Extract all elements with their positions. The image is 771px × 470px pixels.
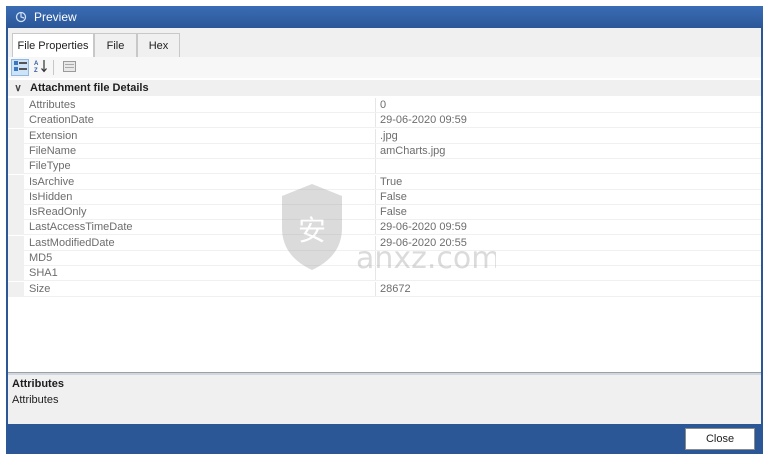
tab-file[interactable]: File bbox=[94, 33, 137, 57]
property-value[interactable]: 0 bbox=[380, 99, 750, 111]
row-gutter bbox=[8, 235, 24, 251]
column-divider[interactable] bbox=[375, 189, 376, 205]
property-value[interactable]: False bbox=[380, 191, 750, 203]
property-row[interactable]: FileType bbox=[8, 159, 761, 175]
property-value[interactable]: amCharts.jpg bbox=[380, 145, 750, 157]
property-row[interactable]: Size 28672 bbox=[8, 281, 761, 297]
preview-window: Preview File Properties File Hex A Z ∨ A… bbox=[0, 0, 771, 470]
button-bar: Close bbox=[8, 424, 761, 454]
property-name: MD5 bbox=[29, 252, 53, 264]
property-grid: ∨ Attachment file Details Attributes 0 Cre… bbox=[8, 78, 761, 373]
category-label: Attachment file Details bbox=[30, 82, 149, 94]
property-pages-icon bbox=[62, 60, 76, 75]
property-name: IsReadOnly bbox=[29, 206, 87, 219]
row-separator bbox=[24, 295, 761, 297]
property-row[interactable]: FileName amCharts.jpg bbox=[8, 143, 761, 159]
sort-alphabetical-button[interactable]: AZ bbox=[32, 59, 50, 76]
column-divider[interactable] bbox=[375, 174, 376, 190]
description-title: Attributes bbox=[12, 378, 64, 390]
property-name: IsHidden bbox=[29, 190, 73, 203]
tab-hex[interactable]: Hex bbox=[137, 33, 180, 57]
property-name: Attributes bbox=[29, 99, 76, 111]
row-gutter bbox=[8, 174, 24, 190]
row-gutter bbox=[8, 281, 24, 297]
property-value[interactable]: 28672 bbox=[380, 283, 750, 295]
title-bar[interactable]: Preview bbox=[6, 6, 763, 28]
column-divider[interactable] bbox=[375, 143, 376, 159]
property-name: LastModifiedDate bbox=[29, 236, 115, 249]
property-name: SHA1 bbox=[29, 267, 58, 280]
property-grid-toolbar: AZ bbox=[8, 57, 761, 79]
window-title: Preview bbox=[34, 10, 77, 24]
close-button[interactable]: Close bbox=[685, 428, 755, 450]
row-gutter bbox=[8, 143, 24, 159]
property-name: CreationDate bbox=[29, 114, 94, 127]
property-name: IsArchive bbox=[29, 175, 75, 188]
row-gutter bbox=[8, 205, 24, 221]
column-divider[interactable] bbox=[375, 205, 376, 221]
column-divider[interactable] bbox=[375, 251, 376, 266]
category-header[interactable]: ∨ Attachment file Details bbox=[8, 80, 761, 96]
tab-label: File bbox=[106, 39, 125, 52]
property-row[interactable]: Extension .jpg bbox=[8, 128, 761, 144]
tab-file-properties[interactable]: File Properties bbox=[12, 33, 94, 58]
close-button-label: Close bbox=[705, 433, 735, 445]
property-value[interactable]: 29-06-2020 20:55 bbox=[380, 237, 750, 249]
tab-strip: File Properties File Hex bbox=[8, 28, 761, 58]
column-divider[interactable] bbox=[375, 98, 376, 113]
column-divider[interactable] bbox=[375, 159, 376, 175]
property-row[interactable]: LastModifiedDate 29-06-2020 20:55 bbox=[8, 235, 761, 251]
property-value[interactable]: False bbox=[380, 206, 750, 218]
column-divider[interactable] bbox=[375, 113, 376, 129]
row-gutter bbox=[8, 266, 24, 282]
column-divider[interactable] bbox=[375, 266, 376, 282]
chevron-down-icon[interactable]: ∨ bbox=[10, 83, 26, 94]
sort-alphabetical-icon: AZ bbox=[34, 59, 48, 76]
property-row[interactable]: Attributes 0 bbox=[8, 98, 761, 113]
property-row[interactable]: LastAccessTimeDate 29-06-2020 09:59 bbox=[8, 220, 761, 236]
property-name: FileType bbox=[29, 160, 71, 173]
column-divider[interactable] bbox=[375, 128, 376, 144]
column-divider[interactable] bbox=[375, 220, 376, 236]
row-gutter bbox=[8, 220, 24, 236]
column-divider[interactable] bbox=[375, 235, 376, 251]
property-row[interactable]: MD5 bbox=[8, 251, 761, 266]
row-gutter bbox=[8, 159, 24, 175]
property-name: Extension bbox=[29, 129, 78, 142]
tab-label: File Properties bbox=[17, 40, 89, 52]
property-name: FileName bbox=[29, 144, 77, 157]
property-row[interactable]: SHA1 bbox=[8, 266, 761, 282]
window-frame: File Properties File Hex AZ ∨ Attachment… bbox=[6, 28, 763, 454]
property-value[interactable]: .jpg bbox=[380, 130, 750, 142]
property-name: Size bbox=[29, 282, 51, 295]
app-icon bbox=[14, 10, 28, 24]
description-text: Attributes bbox=[12, 394, 59, 406]
property-value[interactable]: True bbox=[380, 176, 750, 188]
property-row[interactable]: CreationDate 29-06-2020 09:59 bbox=[8, 113, 761, 129]
categorized-button[interactable] bbox=[11, 59, 29, 76]
property-pages-button[interactable] bbox=[60, 59, 78, 76]
description-pane: Attributes Attributes bbox=[8, 373, 761, 424]
property-value[interactable]: 29-06-2020 09:59 bbox=[380, 114, 750, 126]
row-gutter bbox=[8, 128, 24, 144]
property-row[interactable]: IsHidden False bbox=[8, 189, 761, 205]
toolbar-separator bbox=[53, 60, 54, 75]
row-gutter bbox=[8, 113, 24, 129]
column-divider[interactable] bbox=[375, 281, 376, 297]
property-row[interactable]: IsReadOnly False bbox=[8, 205, 761, 221]
property-value[interactable]: 29-06-2020 09:59 bbox=[380, 221, 750, 233]
row-gutter bbox=[8, 189, 24, 205]
client-area: File Properties File Hex AZ ∨ Attachment… bbox=[8, 28, 761, 424]
tab-label: Hex bbox=[148, 39, 169, 52]
property-row[interactable]: IsArchive True bbox=[8, 174, 761, 190]
svg-text:Z: Z bbox=[34, 68, 38, 73]
svg-text:A: A bbox=[34, 61, 39, 67]
row-gutter bbox=[8, 251, 24, 266]
categorized-icon bbox=[13, 60, 27, 75]
property-name: LastAccessTimeDate bbox=[29, 221, 133, 234]
row-gutter bbox=[8, 98, 24, 113]
